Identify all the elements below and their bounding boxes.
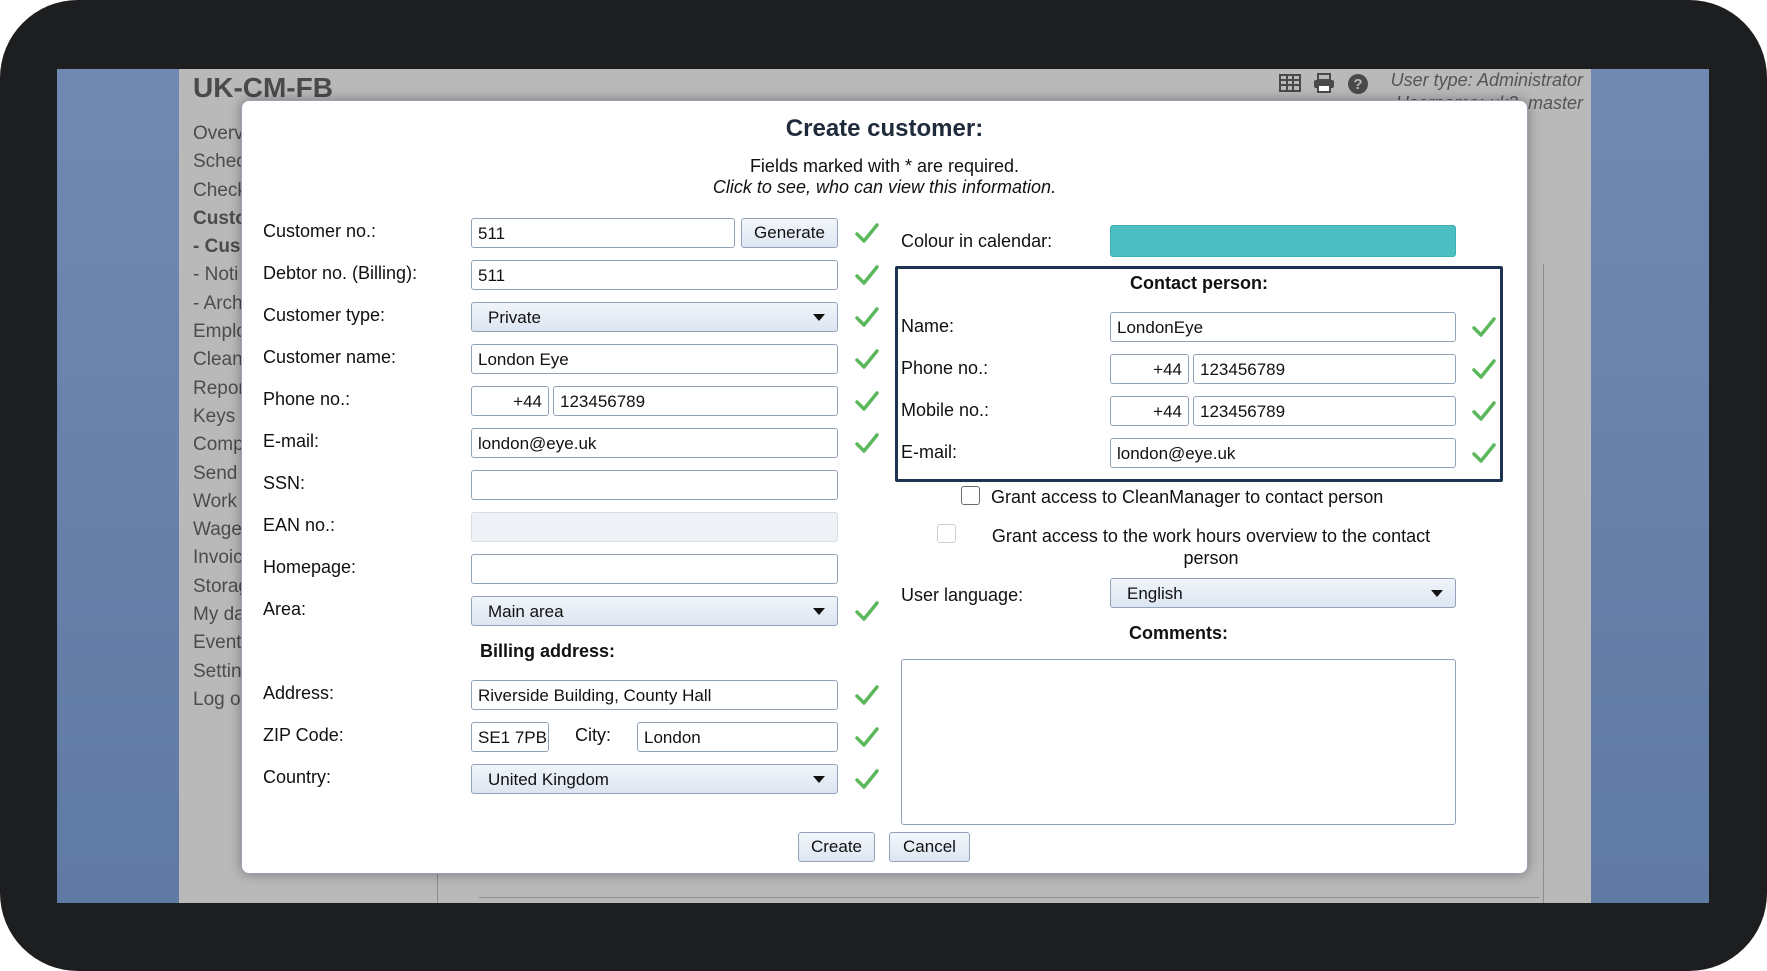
grant-cleanmanager-label: Grant access to CleanManager to contact … [991,487,1384,507]
address-label: Address: [263,683,335,703]
required-note: Fields marked with * are required. [749,156,1020,176]
address-input[interactable]: Riverside Building, County Hall [471,680,838,710]
grant-cleanmanager-checkbox[interactable] [961,486,980,505]
area-value: Main area [488,602,564,621]
user-language-value: English [1127,584,1183,603]
phone-input[interactable]: 123456789 [553,386,838,416]
table-icon[interactable] [1279,73,1301,101]
user-language-select[interactable]: English [1110,578,1456,608]
city-input[interactable]: London [637,722,838,752]
ean-label: EAN no.: [263,515,336,535]
check-icon [855,223,879,243]
check-icon [1472,317,1496,337]
check-icon [855,601,879,621]
help-icon[interactable]: ? [1347,73,1369,101]
comments-textarea[interactable] [901,659,1456,825]
check-icon [855,685,879,705]
homepage-label: Homepage: [263,557,357,577]
user-type: User type: Administrator [1390,70,1583,90]
create-customer-dialog: Create customer: Fields marked with * ar… [241,100,1528,874]
city-label: City: [575,725,611,745]
check-icon [855,727,879,747]
chevron-down-icon [813,314,825,321]
debtor-no-input[interactable]: 511 [471,260,838,290]
customer-name-label: Customer name: [263,347,397,367]
ssn-label: SSN: [263,473,306,493]
grant-workhours-line1: Grant access to the work hours overview … [991,526,1431,546]
phone-label: Phone no.: [263,389,351,409]
cancel-button[interactable]: Cancel [889,832,970,862]
contact-name-label: Name: [901,316,955,336]
colour-label: Colour in calendar: [901,231,1053,251]
customer-type-value: Private [488,308,541,327]
grant-workhours-checkbox[interactable] [937,524,956,543]
contact-email-label: E-mail: [901,442,958,462]
check-icon [1472,443,1496,463]
ean-input [471,512,838,542]
chevron-down-icon [813,776,825,783]
customer-no-label: Customer no.: [263,221,377,241]
check-icon [855,433,879,453]
contact-mobile-label: Mobile no.: [901,400,990,420]
country-select[interactable]: United Kingdom [471,764,838,794]
check-icon [855,769,879,789]
customer-type-label: Customer type: [263,305,386,325]
ssn-input[interactable] [471,470,838,500]
homepage-input[interactable] [471,554,838,584]
billing-address-heading: Billing address: [480,641,616,661]
chevron-down-icon [813,608,825,615]
contact-person-heading: Contact person: [1129,273,1268,293]
customer-no-input[interactable]: 511 [471,218,735,248]
svg-text:?: ? [1353,76,1362,93]
contact-phone-label: Phone no.: [901,358,989,378]
grant-workhours-label: Grant access to the work hours overview … [966,525,1456,569]
check-icon [855,349,879,369]
divider [479,897,1539,898]
contact-mobile-input[interactable]: 123456789 [1193,396,1456,426]
contact-phone-prefix-input[interactable]: +44 [1110,354,1189,384]
zip-input[interactable]: SE1 7PB [471,722,549,752]
check-icon [855,391,879,411]
debtor-no-label: Debtor no. (Billing): [263,263,418,283]
email-input[interactable]: london@eye.uk [471,428,838,458]
visibility-link[interactable]: Click to see, who can view this informat… [242,177,1527,198]
check-icon [855,265,879,285]
print-icon[interactable] [1313,73,1335,101]
grant-workhours-line2: person [1183,548,1239,568]
contact-email-input[interactable]: london@eye.uk [1110,438,1456,468]
generate-button[interactable]: Generate [741,218,838,248]
dialog-title: Create customer: [785,115,984,142]
area-label: Area: [263,599,307,619]
contact-phone-input[interactable]: 123456789 [1193,354,1456,384]
colour-picker[interactable] [1110,225,1456,257]
app-toolbar-icons: ? [1279,73,1369,101]
phone-prefix-input[interactable]: +44 [471,386,549,416]
area-select[interactable]: Main area [471,596,838,626]
contact-mobile-prefix-input[interactable]: +44 [1110,396,1189,426]
customer-name-input[interactable]: London Eye [471,344,838,374]
email-label: E-mail: [263,431,320,451]
device-frame: UK-CM-FB ? User type: Administrator User… [0,0,1767,971]
check-icon [1472,401,1496,421]
customer-type-select[interactable]: Private [471,302,838,332]
country-value: United Kingdom [488,770,609,789]
create-button[interactable]: Create [798,832,875,862]
check-icon [855,307,879,327]
comments-heading: Comments: [1128,623,1228,643]
contact-name-input[interactable]: LondonEye [1110,312,1456,342]
country-label: Country: [263,767,332,787]
user-language-label: User language: [901,585,1024,605]
zip-label: ZIP Code: [263,725,344,745]
check-icon [1472,359,1496,379]
chevron-down-icon [1431,590,1443,597]
divider [1543,264,1544,903]
